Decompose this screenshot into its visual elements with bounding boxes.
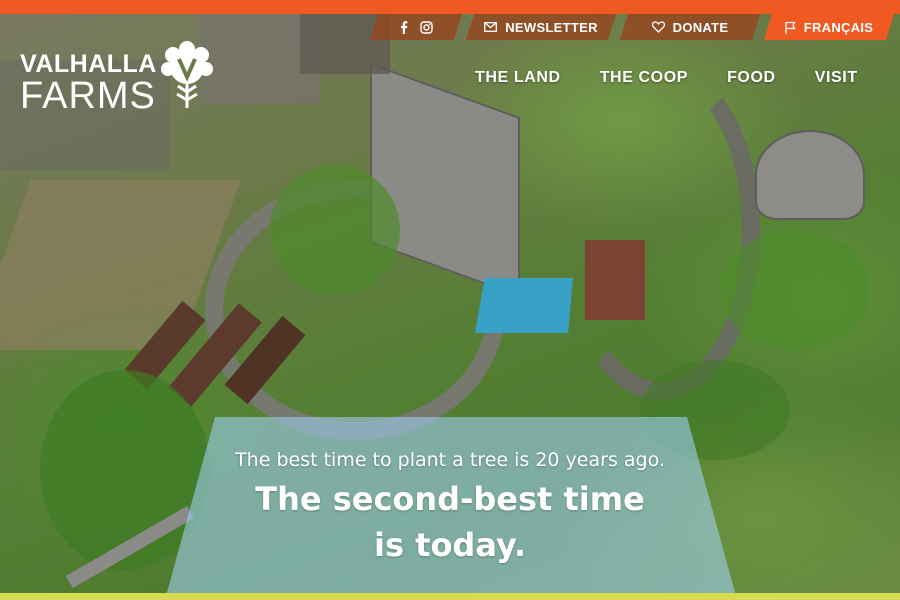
donate-link[interactable]: DONATE (620, 14, 760, 40)
nav-the-land[interactable]: THE LAND (475, 69, 561, 87)
main-nav: THE LAND THE COOP FOOD VISIT (475, 69, 858, 87)
logo-line-valhalla: VALHALLA (20, 50, 157, 78)
nav-visit[interactable]: VISIT (815, 69, 858, 87)
nav-food[interactable]: FOOD (727, 69, 776, 87)
nav-the-coop[interactable]: THE COOP (600, 69, 688, 87)
top-accent-strip (0, 0, 900, 14)
flag-icon (785, 21, 796, 34)
tree-shield-icon (160, 40, 213, 114)
site-logo[interactable]: VALHALLA FARMS (20, 40, 213, 115)
newsletter-link[interactable]: NEWSLETTER (466, 14, 616, 40)
quote-line-1: The best time to plant a tree is 20 year… (235, 449, 665, 471)
instagram-icon[interactable] (420, 21, 433, 34)
bottom-accent-strip (0, 593, 900, 600)
social-links (370, 14, 462, 40)
facebook-icon[interactable] (400, 21, 408, 34)
donate-label: DONATE (672, 19, 729, 35)
newsletter-label: NEWSLETTER (505, 19, 598, 35)
logo-line-farms: FARMS (20, 75, 156, 117)
utility-nav: NEWSLETTER DONATE FRANÇAIS (378, 14, 894, 40)
quote-line-2: The second-best time is today. (255, 480, 645, 564)
logo-wordmark: VALHALLA FARMS (20, 40, 157, 117)
heart-icon (652, 21, 665, 33)
language-label: FRANÇAIS (803, 19, 874, 35)
language-toggle[interactable]: FRANÇAIS (764, 14, 894, 40)
envelope-icon (484, 22, 497, 32)
